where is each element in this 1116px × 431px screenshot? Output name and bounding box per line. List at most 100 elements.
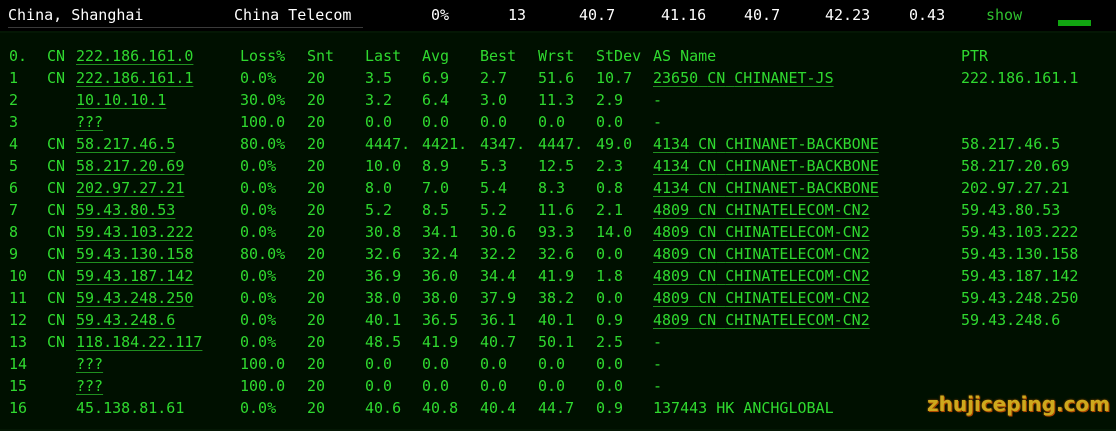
hop-sent: 20 <box>307 201 326 219</box>
hop-stdev: 0.0 <box>596 377 624 395</box>
hop-best: 32.2 <box>480 245 517 263</box>
hop-number: 13 <box>9 333 28 351</box>
hop-as-name[interactable]: 4809 CN CHINATELECOM-CN2 <box>653 221 870 243</box>
hop-best: 40.4 <box>480 399 517 417</box>
hop-last: 8.0 <box>365 179 393 197</box>
hop-host[interactable]: 59.43.248.6 <box>76 309 175 331</box>
hop-as-name[interactable]: 4134 CN CHINANET-BACKBONE <box>653 133 879 155</box>
hop-as-label: CHINATELECOM-CN2 <box>725 201 870 219</box>
hop-host[interactable]: 59.43.103.222 <box>76 221 193 243</box>
hop-as-name[interactable]: 4134 CN CHINANET-BACKBONE <box>653 177 879 199</box>
hop-avg: 4421. <box>422 135 468 153</box>
hop-host[interactable]: 118.184.22.117 <box>76 331 202 353</box>
hop-as-label: CHINATELECOM-CN2 <box>725 223 870 241</box>
summary-worst: 42.23 <box>825 6 871 24</box>
hop-as-name: - <box>653 331 662 353</box>
hop-asn: 4134 <box>653 157 690 175</box>
header-wrst: Wrst <box>538 47 575 65</box>
hop-avg: 36.5 <box>422 311 459 329</box>
hop-loss: 80.0% <box>240 245 286 263</box>
hop-country: CN <box>47 245 66 263</box>
hop-stdev: 49.0 <box>596 135 633 153</box>
hop-asn: - <box>653 113 663 131</box>
header-ptr: PTR <box>961 47 989 65</box>
hop-stdev: 14.0 <box>596 223 633 241</box>
hop-number: 15 <box>9 377 28 395</box>
hop-last: 4447. <box>365 135 411 153</box>
mtr-terminal: 0. CN 222.186.161.0 Loss% Snt Last Avg B… <box>0 33 1116 429</box>
hop-host[interactable]: 58.217.20.69 <box>76 155 184 177</box>
hop-avg: 8.5 <box>422 201 450 219</box>
hop-last: 10.0 <box>365 157 402 175</box>
hop-as-name: 137443 HK ANCHGLOBAL <box>653 397 834 419</box>
hop-last: 40.6 <box>365 399 402 417</box>
hop-sent: 20 <box>307 223 326 241</box>
hop-stdev: 2.9 <box>596 91 624 109</box>
hop-asn: - <box>653 355 663 373</box>
hop-as-name[interactable]: 4809 CN CHINATELECOM-CN2 <box>653 287 870 309</box>
hop-as-name: - <box>653 353 662 375</box>
hop-as-country: CN <box>698 223 717 241</box>
hop-sent: 20 <box>307 157 326 175</box>
hop-sent: 20 <box>307 355 326 373</box>
hop-host[interactable]: 59.43.248.250 <box>76 287 193 309</box>
hop-host[interactable]: 59.43.187.142 <box>76 265 193 287</box>
hop-as-name[interactable]: 4809 CN CHINATELECOM-CN2 <box>653 199 870 221</box>
header-host[interactable]: 222.186.161.0 <box>76 45 193 67</box>
hop-sent: 20 <box>307 267 326 285</box>
hop-as-name[interactable]: 4809 CN CHINATELECOM-CN2 <box>653 265 870 287</box>
hop-loss: 30.0% <box>240 91 286 109</box>
hop-sent: 20 <box>307 289 326 307</box>
hop-host[interactable]: 58.217.46.5 <box>76 133 175 155</box>
hop-host[interactable]: 222.186.161.1 <box>76 67 193 89</box>
hop-as-name: - <box>653 89 662 111</box>
hop-as-name[interactable]: 23650 CN CHINANET-JS <box>653 67 834 89</box>
hop-worst: 38.2 <box>538 289 575 307</box>
hop-worst: 11.3 <box>538 91 575 109</box>
hop-ptr: 59.43.248.250 <box>961 289 1079 307</box>
hop-host[interactable]: 59.43.130.158 <box>76 243 193 265</box>
hop-as-name[interactable]: 4809 CN CHINATELECOM-CN2 <box>653 243 870 265</box>
hop-number: 12 <box>9 311 28 329</box>
hop-as-label: CHINANET-BACKBONE <box>725 157 879 175</box>
hop-best: 2.7 <box>480 69 508 87</box>
hop-stdev: 2.5 <box>596 333 624 351</box>
hop-host[interactable]: 202.97.27.21 <box>76 177 184 199</box>
hop-loss: 0.0% <box>240 69 277 87</box>
hop-number: 3 <box>9 113 19 131</box>
hop-as-name[interactable]: 4134 CN CHINANET-BACKBONE <box>653 155 879 177</box>
hop-avg: 36.0 <box>422 267 459 285</box>
header-loss: Loss% <box>240 47 286 65</box>
hop-host[interactable]: ??? <box>76 111 103 133</box>
hop-host[interactable]: 10.10.10.1 <box>76 89 166 111</box>
hop-best: 3.0 <box>480 91 508 109</box>
hop-last: 36.9 <box>365 267 402 285</box>
summary-divider <box>8 27 363 28</box>
hop-country: CN <box>47 289 66 307</box>
hop-as-country: CN <box>707 69 726 87</box>
summary-isp: China Telecom <box>234 6 352 24</box>
hop-asn: 4809 <box>653 201 690 219</box>
hop-number: 4 <box>9 135 19 153</box>
hop-best: 34.4 <box>480 267 517 285</box>
hop-number: 2 <box>9 91 19 109</box>
hop-asn: 23650 <box>653 69 699 87</box>
header-snt: Snt <box>307 47 335 65</box>
hop-best: 4347. <box>480 135 526 153</box>
hop-loss: 0.0% <box>240 267 277 285</box>
hop-loss: 0.0% <box>240 157 277 175</box>
hop-as-name[interactable]: 4809 CN CHINATELECOM-CN2 <box>653 309 870 331</box>
hop-host[interactable]: ??? <box>76 353 103 375</box>
hop-row: 10 CN 59.43.187.142 0.0% 20 36.9 36.0 34.4 41.9 1… <box>0 265 1116 287</box>
hop-loss: 0.0% <box>240 333 277 351</box>
header-last: Last <box>365 47 402 65</box>
hop-avg: 38.0 <box>422 289 459 307</box>
hop-host[interactable]: 59.43.80.53 <box>76 199 175 221</box>
hop-host[interactable]: ??? <box>76 375 103 397</box>
hop-ptr: 222.186.161.1 <box>961 69 1079 87</box>
hop-country: CN <box>47 201 66 219</box>
hop-avg: 6.4 <box>422 91 450 109</box>
show-button[interactable]: show <box>986 4 1022 26</box>
hop-country: CN <box>47 267 66 285</box>
hop-worst: 0.0 <box>538 377 566 395</box>
